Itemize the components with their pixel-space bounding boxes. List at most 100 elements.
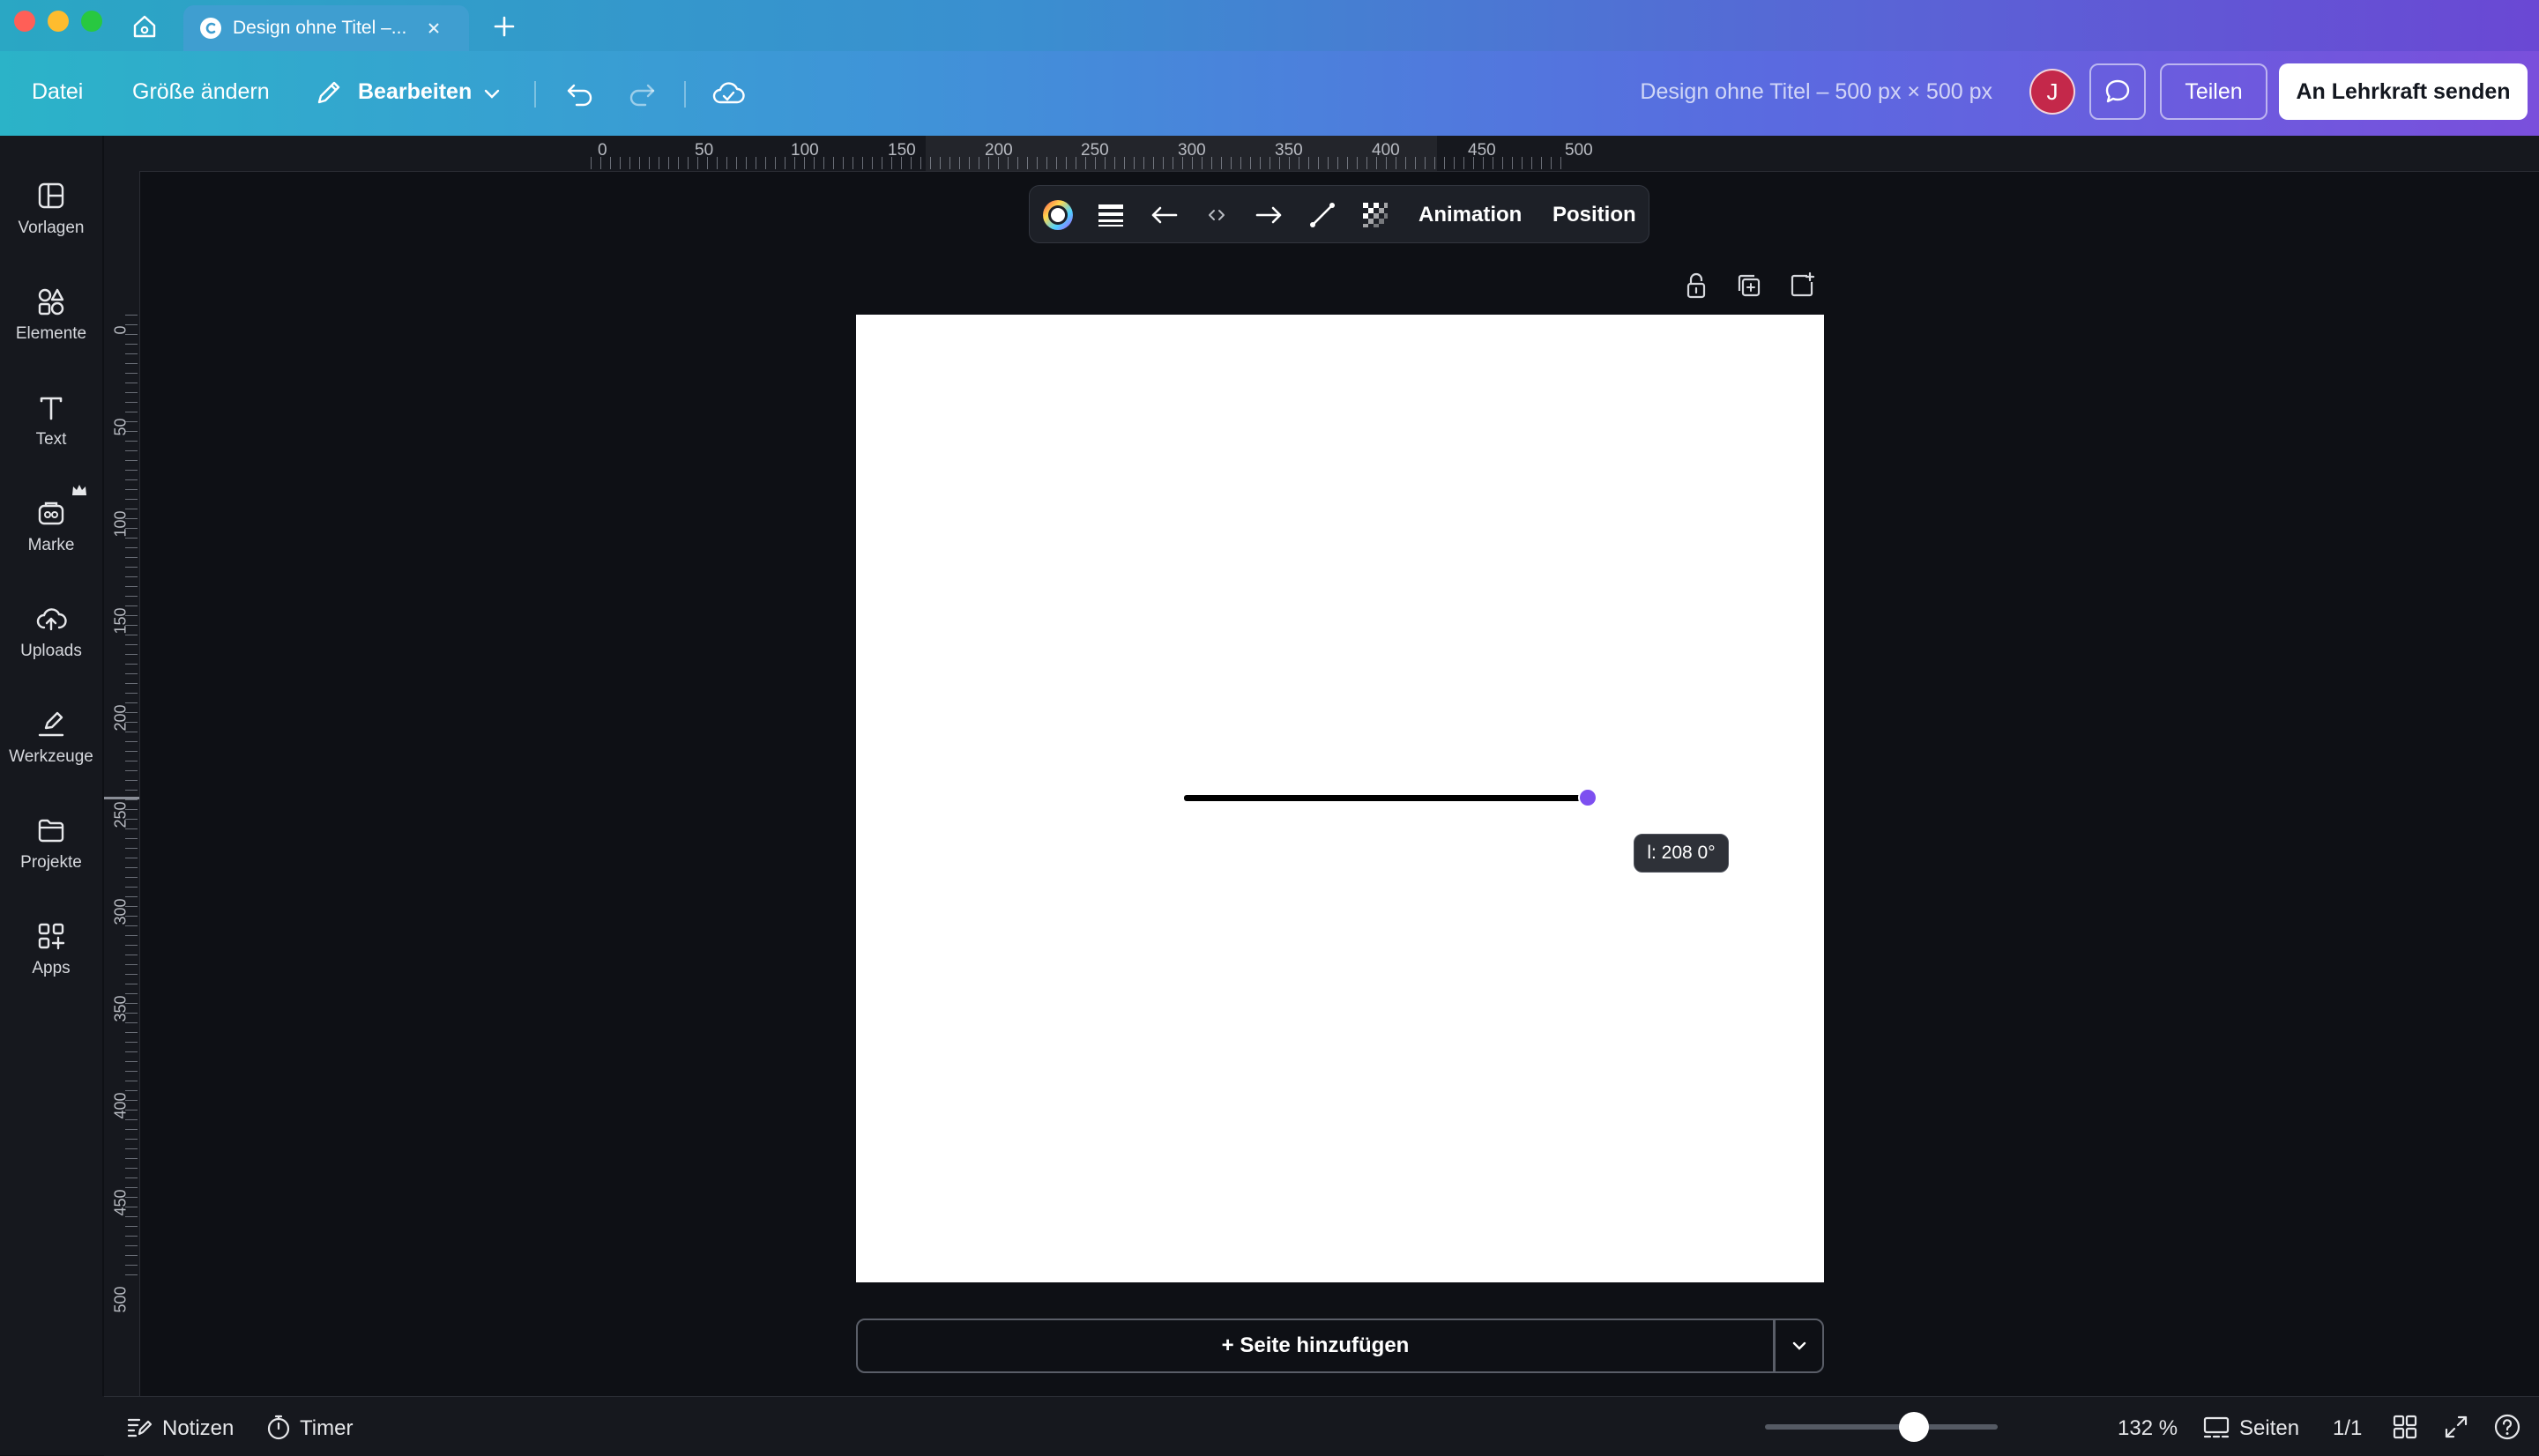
file-menu-button[interactable]: Datei (32, 79, 83, 105)
chevron-down-icon[interactable] (481, 83, 517, 118)
duplicate-page-icon[interactable] (1733, 270, 1765, 301)
line-measure-tooltip: l: 208 0° (1634, 834, 1729, 873)
ruler-label: 0 (111, 325, 130, 335)
cloud-check-icon[interactable] (711, 76, 746, 111)
pages-icon[interactable] (2202, 1413, 2230, 1441)
close-window-button[interactable] (14, 11, 35, 32)
avatar-initial: J (2046, 78, 2059, 105)
sidebar-item-label: Werkzeuge (9, 747, 93, 766)
lock-page-icon[interactable] (1680, 270, 1712, 301)
zoom-slider-track[interactable] (1765, 1424, 1998, 1430)
bottom-bar: Notizen Timer 132 % Seiten 1/1 (104, 1396, 2539, 1456)
undo-icon[interactable] (562, 76, 598, 111)
zoom-level[interactable]: 132 % (2118, 1416, 2178, 1441)
timer-icon[interactable] (264, 1413, 293, 1441)
ruler-label: 400 (1372, 141, 1400, 160)
add-page-icon[interactable] (1786, 270, 1818, 301)
line-element[interactable] (1184, 795, 1588, 801)
pencil-icon[interactable] (314, 78, 349, 113)
brand-icon (38, 501, 64, 525)
ruler-label: 50 (695, 141, 714, 160)
position-button[interactable]: Position (1552, 203, 1636, 227)
sidebar-item-label: Uploads (20, 642, 82, 660)
fullscreen-icon[interactable] (2442, 1413, 2470, 1441)
help-icon[interactable] (2493, 1413, 2521, 1441)
templates-icon (38, 182, 64, 209)
sidebar-item-label: Vorlagen (18, 219, 85, 237)
ruler-label: 100 (111, 510, 130, 538)
ruler-label: 200 (985, 141, 1013, 160)
timer-button[interactable]: Timer (300, 1416, 353, 1441)
sidebar-item-projekte[interactable]: Projekte (0, 797, 102, 894)
redo-icon[interactable] (624, 76, 659, 111)
design-title[interactable]: Design ohne Titel – 500 px × 500 px (1640, 79, 1992, 105)
home-icon[interactable] (130, 12, 159, 41)
share-button[interactable]: Teilen (2160, 63, 2267, 120)
pages-button[interactable]: Seiten (2239, 1416, 2299, 1441)
sidebar-item-label: Projekte (20, 853, 82, 872)
canva-logo-icon (199, 17, 222, 40)
sidebar-item-vorlagen[interactable]: Vorlagen (0, 162, 102, 259)
notes-icon[interactable] (125, 1413, 153, 1441)
sidebar-item-text[interactable]: Text (0, 374, 102, 471)
browser-tab[interactable]: Design ohne Titel –... (183, 5, 469, 51)
avatar[interactable]: J (2029, 69, 2075, 115)
toolbar-divider (684, 81, 686, 108)
text-icon (40, 397, 63, 420)
send-to-teacher-button[interactable]: An Lehrkraft senden (2279, 63, 2528, 120)
maximize-window-button[interactable] (81, 11, 102, 32)
page-counter: 1/1 (2333, 1416, 2363, 1440)
ruler-label: 250 (1081, 141, 1109, 160)
ruler-horizontal[interactable]: 0 50 100 150 200 250 300 350 400 450 500 (104, 136, 2539, 172)
comment-icon (2105, 79, 2130, 103)
animation-button[interactable]: Animation (1418, 203, 1522, 227)
comments-button[interactable] (2089, 63, 2146, 120)
minimize-window-button[interactable] (48, 11, 69, 32)
color-picker-icon[interactable] (1040, 197, 1076, 233)
ruler-label: 200 (111, 704, 130, 732)
sidebar-item-label: Marke (27, 536, 75, 554)
ruler-label: 450 (1468, 141, 1496, 160)
ruler-label: 300 (1178, 141, 1206, 160)
arrow-right-icon[interactable] (1252, 197, 1287, 233)
sidebar-item-elemente[interactable]: Elemente (0, 268, 102, 365)
add-page-button[interactable]: + Seite hinzufügen (856, 1319, 1775, 1373)
add-page-options-button[interactable] (1774, 1319, 1824, 1373)
grid-view-icon[interactable] (2391, 1413, 2419, 1441)
arrow-left-icon[interactable] (1146, 197, 1181, 233)
ruler-label: 150 (888, 141, 916, 160)
line-weight-icon[interactable] (1093, 197, 1128, 233)
tab-close-icon[interactable] (426, 20, 442, 36)
element-context-toolbar: Animation Position (1029, 185, 1649, 243)
sidebar-item-label: Apps (32, 959, 71, 977)
ruler-label: 250 (111, 801, 130, 828)
sidebar-footer (0, 1396, 104, 1455)
sidebar-item-werkzeuge[interactable]: Werkzeuge (0, 691, 102, 788)
crown-icon (72, 485, 86, 495)
edit-mode-button[interactable]: Bearbeiten (358, 79, 472, 105)
new-tab-icon[interactable] (492, 14, 517, 39)
sidebar-item-label: Text (35, 430, 67, 449)
toolbar-divider (534, 81, 536, 108)
ruler-vertical[interactable]: 0 50 100 150 200 250 300 350 400 450 500 (104, 171, 140, 1396)
sidebar-item-marke[interactable]: Marke (0, 479, 102, 576)
ruler-label: 500 (111, 1286, 130, 1313)
title-bar: Design ohne Titel –... (0, 0, 2539, 51)
transparency-icon[interactable] (1358, 197, 1393, 233)
line-end-handle[interactable] (1578, 788, 1597, 807)
ruler-label: 300 (111, 898, 130, 925)
folder-icon (38, 819, 64, 843)
line-type-icon[interactable] (1305, 197, 1340, 233)
ruler-label: 350 (111, 995, 130, 1022)
ruler-label: 500 (1565, 141, 1593, 160)
sidebar-item-uploads[interactable]: Uploads (0, 585, 102, 682)
line-style-icon[interactable] (1199, 197, 1234, 233)
ruler-label: 100 (791, 141, 819, 160)
resize-button[interactable]: Größe ändern (132, 79, 270, 105)
sidebar-item-apps[interactable]: Apps (0, 903, 102, 999)
zoom-slider-knob[interactable] (1898, 1412, 1929, 1442)
editor-toolbar: Datei Größe ändern Bearbeiten Design ohn… (0, 51, 2539, 136)
ruler-label: 400 (111, 1092, 130, 1119)
notes-button[interactable]: Notizen (162, 1416, 234, 1441)
left-sidebar: Vorlagen Elemente Text Marke Uploads Wer… (0, 136, 102, 1396)
